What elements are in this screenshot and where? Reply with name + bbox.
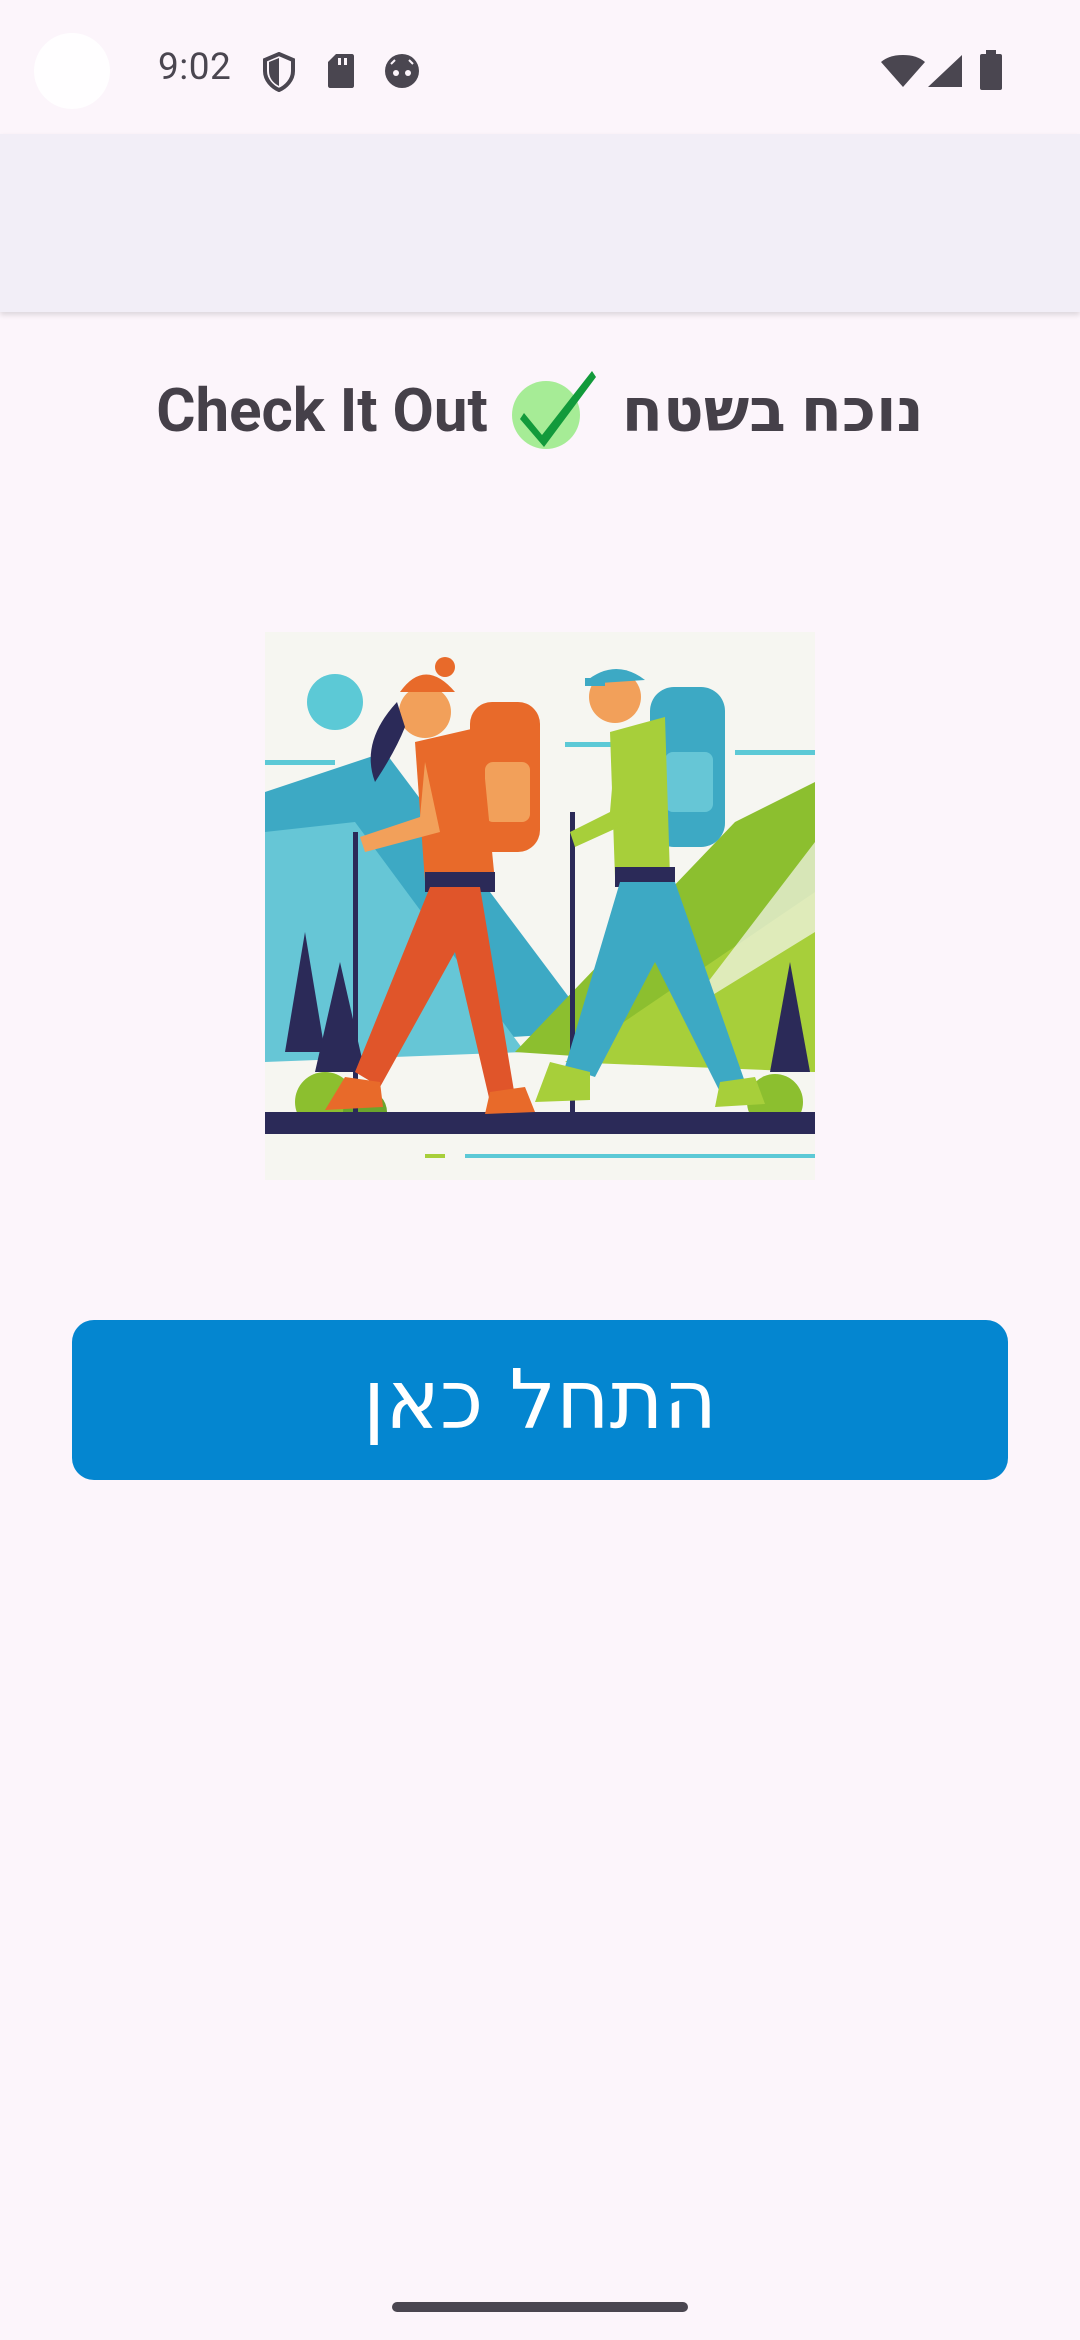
home-gesture-bar[interactable] xyxy=(392,2302,688,2312)
page-title: Check It Out נוכח בשטח xyxy=(0,360,1080,460)
signal-icon xyxy=(927,54,963,88)
app-screen: 9:02 Check It Out נוכח בשטח התחל כאן xyxy=(0,0,1080,2340)
camera-cutout xyxy=(34,33,110,109)
battery-icon xyxy=(980,50,1002,90)
status-time: 9:02 xyxy=(158,46,232,89)
start-button[interactable]: התחל כאן xyxy=(72,1320,1008,1480)
android-face-icon xyxy=(383,52,421,90)
title-hebrew: נוכח בשטח xyxy=(621,374,924,446)
status-bar: 9:02 xyxy=(0,0,1080,134)
sd-card-icon xyxy=(326,52,356,90)
shield-icon xyxy=(262,52,296,92)
title-english: Check It Out xyxy=(156,374,488,446)
green-check-icon xyxy=(510,365,600,455)
app-bar xyxy=(0,134,1080,312)
hikers-illustration xyxy=(265,632,815,1180)
wifi-icon xyxy=(880,54,926,88)
